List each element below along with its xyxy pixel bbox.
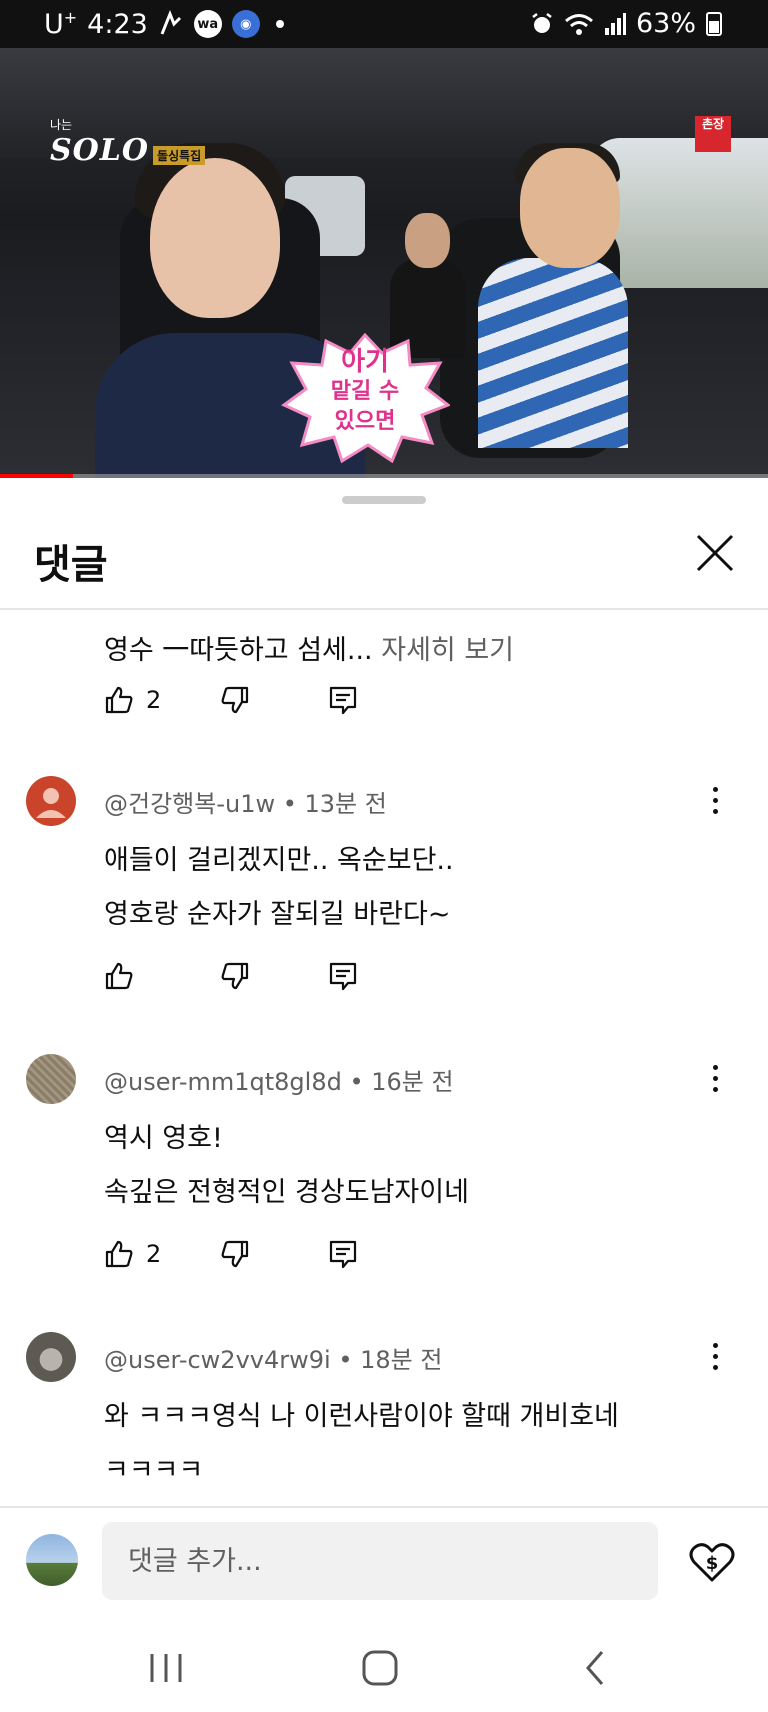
reply-button[interactable]: [328, 1239, 358, 1269]
comment-text-line: 애들이 걸리겠지만.. 옥순보단..: [104, 845, 454, 876]
avatar[interactable]: [26, 1332, 76, 1382]
like-count: 2: [146, 686, 162, 714]
caption-line-1: 아기: [341, 347, 389, 377]
comment-text-line: 역시 영호!: [104, 1123, 223, 1154]
like-button[interactable]: 2: [104, 1239, 220, 1269]
reply-icon: [329, 962, 357, 991]
comment-meta: @user-cw2vv4rw9i • 18분 전: [104, 1346, 443, 1374]
comment-text-line: 와 ㅋㅋㅋ영식 나 이런사람이야 할때 개비호네: [104, 1401, 619, 1432]
reply-button[interactable]: [328, 685, 358, 715]
show-logo: 나는 SOLO 돌싱특집: [50, 116, 206, 168]
divider: [0, 608, 768, 610]
comment-text-line: 속깊은 전형적인 경상도남자이네: [104, 1177, 469, 1208]
sheet-title: 댓글: [34, 542, 108, 588]
comment-author[interactable]: @user-cw2vv4rw9i: [104, 1346, 331, 1374]
signal-icon: [604, 12, 626, 35]
comment-input[interactable]: [102, 1522, 658, 1600]
comment-composer: $: [0, 1506, 768, 1616]
comment-meta: @건강행복-u1w • 13분 전: [104, 790, 387, 818]
caption-line-3: 있으면: [334, 409, 396, 434]
dislike-button[interactable]: [220, 961, 328, 991]
my-avatar[interactable]: [26, 1534, 78, 1586]
more-options-icon[interactable]: [700, 780, 730, 820]
wa-icon: wa: [193, 10, 222, 38]
thumbs-down-icon: [221, 686, 249, 714]
like-count: 2: [146, 1240, 162, 1268]
status-bar: U+ 4:23 wa ◉ 63%: [0, 0, 768, 48]
battery-percent: 63%: [635, 8, 696, 39]
more-options-icon[interactable]: [700, 1336, 730, 1376]
comment-time: 13분 전: [304, 790, 387, 818]
thumbs-down-icon: [221, 1240, 249, 1268]
comment-actions: 2: [104, 680, 358, 720]
video-frame-person: [150, 158, 280, 318]
thumbs-up-icon: [105, 1240, 133, 1268]
comment-actions: 2: [104, 1234, 358, 1274]
notification-dot: [275, 20, 284, 28]
home-icon[interactable]: [358, 1646, 402, 1690]
dislike-button[interactable]: [220, 1239, 328, 1269]
avatar[interactable]: [26, 1054, 76, 1104]
read-more-link[interactable]: 자세히 보기: [381, 635, 514, 666]
more-options-icon[interactable]: [700, 1058, 730, 1098]
comment-text-line: 영호랑 순자가 잘되길 바란다~: [104, 899, 451, 930]
comment-author[interactable]: @user-mm1qt8gl8d: [104, 1068, 342, 1096]
video-frame-person: [405, 213, 450, 268]
battery-icon: [706, 11, 722, 36]
comment-text-line: ㅋㅋㅋㅋ: [104, 1455, 204, 1486]
owl-icon: ◉: [231, 10, 260, 38]
avatar[interactable]: [26, 776, 76, 826]
alarm-icon: [532, 12, 552, 33]
thumbs-down-icon: [221, 962, 249, 990]
channel-badge: 촌장: [695, 116, 731, 152]
comment-time: 18분 전: [360, 1346, 443, 1374]
super-thanks-icon[interactable]: $: [688, 1538, 736, 1586]
thumbs-up-icon: [105, 962, 133, 990]
comment-meta: @user-mm1qt8gl8d • 16분 전: [104, 1068, 454, 1096]
like-button[interactable]: [104, 961, 220, 991]
clock: 4:23: [87, 8, 148, 40]
carrier-label: U+: [44, 8, 78, 40]
wifi-icon: [565, 13, 593, 35]
comment-actions: [104, 956, 358, 996]
svg-text:$: $: [706, 1553, 719, 1574]
reply-icon: [329, 1240, 357, 1269]
reply-button[interactable]: [328, 961, 358, 991]
drag-handle[interactable]: [342, 496, 426, 504]
back-icon[interactable]: [574, 1646, 618, 1690]
comment-text: 영수 一따듯하고 섬세... 자세히 보기: [104, 635, 515, 666]
video-player[interactable]: 나는 SOLO 돌싱특집 촌장 아기 맡길 수 있으면: [0, 48, 768, 478]
signature-icon: [160, 10, 181, 35]
caption-line-2: 맡길 수: [330, 379, 400, 404]
video-frame-person: [478, 258, 628, 448]
thumbs-up-icon: [105, 686, 133, 714]
close-icon[interactable]: [690, 528, 740, 578]
comment-author[interactable]: @건강행복-u1w: [104, 790, 275, 818]
like-button[interactable]: 2: [104, 685, 220, 715]
reply-icon: [329, 686, 357, 715]
system-nav-bar: [0, 1616, 768, 1712]
recent-apps-icon[interactable]: [144, 1646, 188, 1690]
comment-time: 16분 전: [371, 1068, 454, 1096]
video-frame-person: [520, 148, 620, 268]
dislike-button[interactable]: [220, 685, 328, 715]
video-caption-burst: 아기 맡길 수 있으면: [280, 333, 450, 463]
